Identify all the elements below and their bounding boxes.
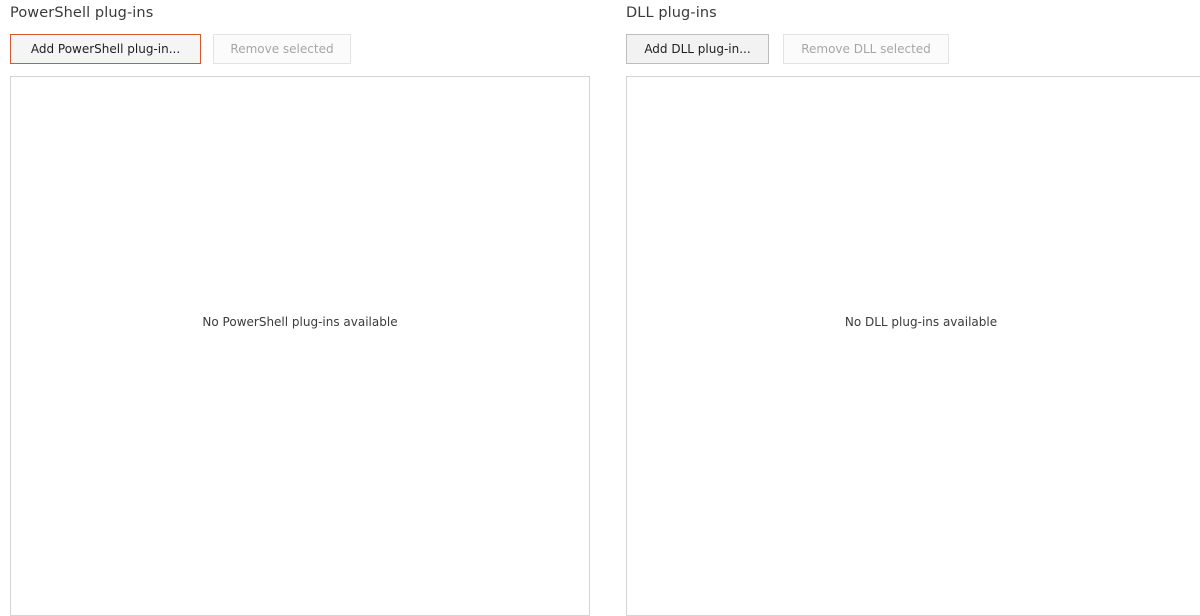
add-dll-plugin-button[interactable]: Add DLL plug-in... xyxy=(626,34,769,64)
dll-plugins-list[interactable]: No DLL plug-ins available xyxy=(626,76,1200,616)
remove-dll-selected-button[interactable]: Remove DLL selected xyxy=(783,34,949,64)
powershell-plugins-list[interactable]: No PowerShell plug-ins available xyxy=(10,76,590,616)
dll-empty-message: No DLL plug-ins available xyxy=(844,315,998,329)
remove-selected-button[interactable]: Remove selected xyxy=(213,34,351,64)
add-powershell-plugin-button[interactable]: Add PowerShell plug-in... xyxy=(10,34,201,64)
powershell-empty-message: No PowerShell plug-ins available xyxy=(202,315,398,329)
dll-plugins-title: DLL plug-ins xyxy=(626,5,717,21)
powershell-plugins-title: PowerShell plug-ins xyxy=(10,5,154,21)
